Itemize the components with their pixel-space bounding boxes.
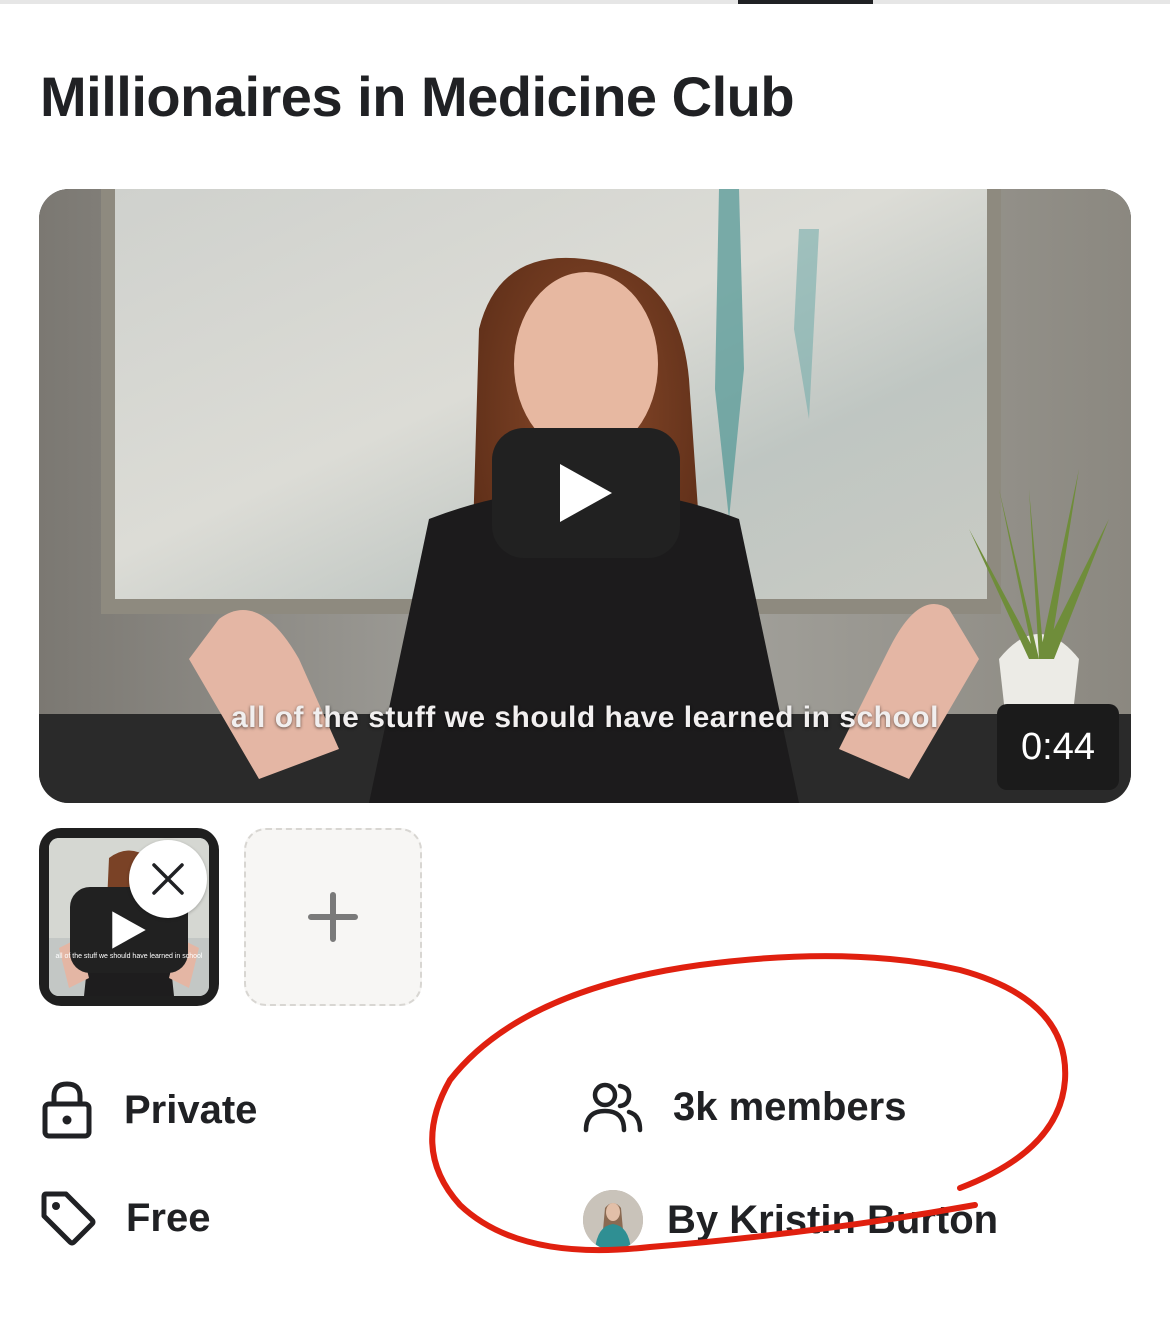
- members-info[interactable]: 3k members: [583, 1080, 906, 1134]
- video-duration: 0:44: [997, 704, 1119, 790]
- play-icon: [112, 911, 146, 949]
- add-media-button[interactable]: [244, 828, 422, 1006]
- privacy-label: Private: [124, 1087, 258, 1132]
- active-tab-indicator: [738, 0, 873, 4]
- author-info[interactable]: By Kristin Burton: [583, 1190, 998, 1250]
- author-name: By Kristin Burton: [667, 1197, 999, 1242]
- page-title: Millionaires in Medicine Club: [40, 65, 795, 128]
- play-button[interactable]: [492, 428, 680, 558]
- close-icon: [152, 863, 184, 895]
- top-divider: [0, 0, 1170, 4]
- plus-icon: [308, 892, 358, 942]
- tag-icon: [40, 1190, 96, 1246]
- video-player[interactable]: all of the stuff we should have learned …: [39, 189, 1131, 803]
- play-icon: [560, 464, 612, 522]
- price-info: Free: [40, 1190, 211, 1246]
- video-caption: all of the stuff we should have learned …: [231, 701, 939, 734]
- thumbnail-caption: all of the stuff we should have learned …: [55, 953, 203, 960]
- members-icon: [583, 1080, 643, 1134]
- lock-icon: [40, 1080, 94, 1140]
- remove-media-button[interactable]: [129, 840, 207, 918]
- author-avatar[interactable]: [583, 1190, 643, 1250]
- privacy-info: Private: [40, 1080, 257, 1140]
- members-count: 3k members: [673, 1084, 907, 1129]
- price-label: Free: [126, 1195, 211, 1240]
